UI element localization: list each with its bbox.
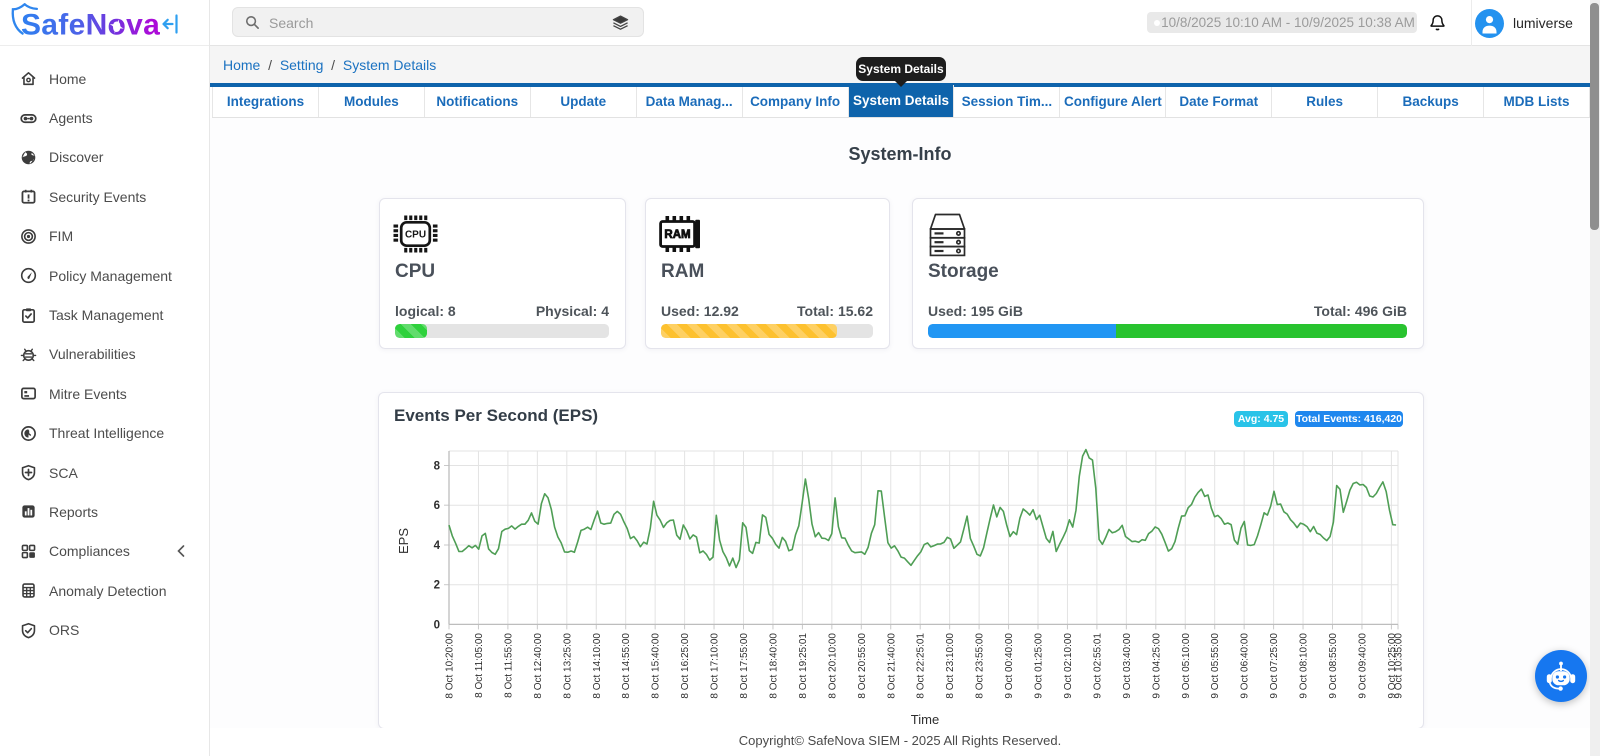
svg-text:9 Oct 06:40:00: 9 Oct 06:40:00 (1240, 633, 1251, 699)
svg-text:9 Oct 09:40:00: 9 Oct 09:40:00 (1357, 633, 1368, 699)
svg-text:8 Oct 10:20:00: 8 Oct 10:20:00 (445, 633, 456, 699)
svg-text:8 Oct 15:40:00: 8 Oct 15:40:00 (651, 633, 662, 699)
svg-text:9 Oct 05:10:00: 9 Oct 05:10:00 (1181, 633, 1192, 699)
svg-text:4: 4 (434, 540, 441, 552)
svg-text:CPU: CPU (405, 230, 426, 241)
svg-text:8 Oct 23:55:00: 8 Oct 23:55:00 (975, 633, 986, 699)
svg-text:9 Oct 03:40:00: 9 Oct 03:40:00 (1122, 633, 1133, 699)
svg-text:8 Oct 14:10:00: 8 Oct 14:10:00 (592, 633, 603, 699)
svg-text:EPS: EPS (396, 528, 411, 554)
svg-text:6: 6 (434, 500, 440, 512)
svg-text:9 Oct 10:35:00: 9 Oct 10:35:00 (1394, 633, 1405, 699)
svg-text:SafeNova: SafeNova (21, 9, 160, 42)
svg-text:8 Oct 17:10:00: 8 Oct 17:10:00 (710, 633, 721, 699)
svg-text:8 Oct 17:55:00: 8 Oct 17:55:00 (739, 633, 750, 699)
svg-text:9 Oct 04:25:00: 9 Oct 04:25:00 (1151, 633, 1162, 699)
svg-text:9 Oct 07:25:00: 9 Oct 07:25:00 (1269, 633, 1280, 699)
svg-text:Time: Time (911, 712, 939, 727)
svg-text:9 Oct 02:10:00: 9 Oct 02:10:00 (1063, 633, 1074, 699)
svg-text:8: 8 (434, 461, 441, 473)
svg-text:8 Oct 12:40:00: 8 Oct 12:40:00 (533, 633, 544, 699)
svg-text:9 Oct 02:55:01: 9 Oct 02:55:01 (1092, 633, 1103, 699)
svg-text:9 Oct 08:55:00: 9 Oct 08:55:00 (1328, 633, 1339, 699)
svg-text:8 Oct 20:10:00: 8 Oct 20:10:00 (827, 633, 838, 699)
svg-text:2: 2 (434, 580, 440, 592)
svg-text:8 Oct 16:25:00: 8 Oct 16:25:00 (680, 633, 691, 699)
svg-text:9 Oct 01:25:00: 9 Oct 01:25:00 (1034, 633, 1045, 699)
svg-text:8 Oct 14:55:00: 8 Oct 14:55:00 (621, 633, 632, 699)
svg-text:8 Oct 13:25:00: 8 Oct 13:25:00 (562, 633, 573, 699)
svg-text:RAM: RAM (664, 229, 690, 241)
svg-text:8 Oct 21:40:00: 8 Oct 21:40:00 (886, 633, 897, 699)
svg-text:8 Oct 11:55:00: 8 Oct 11:55:00 (503, 633, 514, 698)
svg-text:9 Oct 08:10:00: 9 Oct 08:10:00 (1299, 633, 1310, 699)
svg-text:9 Oct 05:55:00: 9 Oct 05:55:00 (1210, 633, 1221, 699)
svg-text:8 Oct 11:05:00: 8 Oct 11:05:00 (474, 633, 485, 698)
svg-text:8 Oct 19:25:01: 8 Oct 19:25:01 (798, 633, 809, 699)
svg-text:9 Oct 00:40:00: 9 Oct 00:40:00 (1004, 633, 1015, 699)
svg-text:8 Oct 20:55:00: 8 Oct 20:55:00 (857, 633, 868, 699)
svg-text:8 Oct 18:40:00: 8 Oct 18:40:00 (768, 633, 779, 699)
svg-text:8 Oct 22:25:01: 8 Oct 22:25:01 (916, 633, 927, 699)
svg-text:0: 0 (434, 619, 440, 631)
svg-text:8 Oct 23:10:00: 8 Oct 23:10:00 (945, 633, 956, 699)
